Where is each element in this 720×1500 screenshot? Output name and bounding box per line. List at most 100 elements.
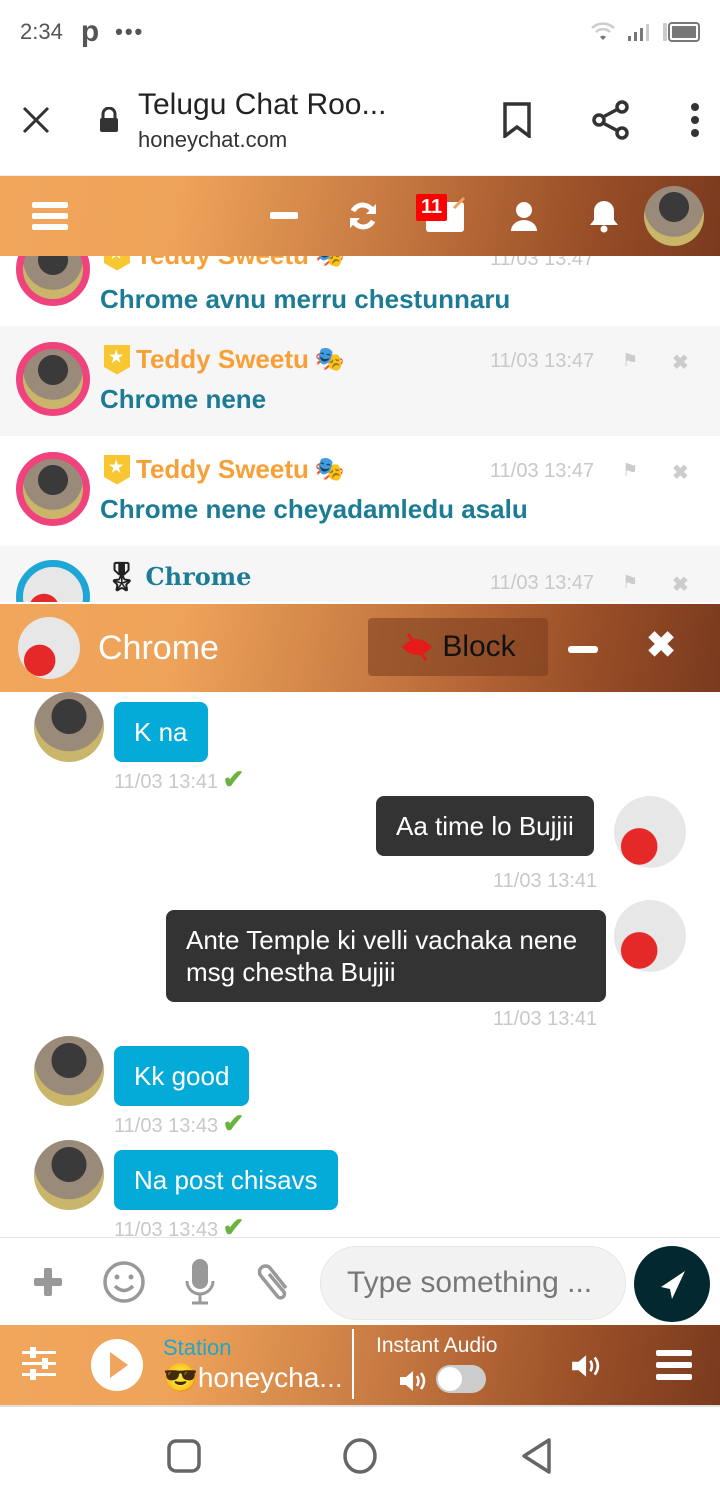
message-bubble: Ante Temple ki velli vachaka nene msg ch… [166, 910, 606, 1002]
battery-icon [663, 22, 700, 42]
app-notification-icon: p [80, 15, 100, 48]
message-time: 11/03 13:41 [493, 870, 598, 892]
voice-record-button[interactable] [184, 1258, 216, 1305]
back-button[interactable] [520, 1437, 554, 1475]
message-time: 11/03 13:43 [114, 1115, 219, 1137]
username[interactable]: Teddy Sweetu🎭 [104, 256, 345, 271]
attach-button[interactable] [256, 1260, 296, 1304]
user-avatar[interactable] [16, 342, 90, 416]
report-flag-icon[interactable]: ⚑ [622, 350, 638, 371]
message-bubble: K na [114, 702, 208, 762]
message-bubble: Na post chisavs [114, 1150, 338, 1210]
message-outgoing: Ante Temple ki velli vachaka nene msg ch… [166, 910, 606, 1002]
chat-list-item[interactable]: Teddy Sweetu🎭 Chrome nene cheyadamledu a… [0, 436, 720, 546]
username[interactable]: Teddy Sweetu🎭 [104, 454, 345, 485]
play-icon [91, 1339, 143, 1391]
page-domain: honeychat.com [138, 126, 288, 152]
page-title-area[interactable]: Telugu Chat Roo... honeychat.com [138, 87, 502, 153]
refresh-button[interactable] [348, 201, 378, 231]
private-chat-messages: K na 11/03 13:41 ✔ Aa time lo Bujjii 11/… [0, 692, 720, 1237]
notifications-button[interactable] [588, 199, 620, 233]
message-text: Chrome avnu merru chestunnaru [100, 284, 511, 314]
block-button[interactable]: Block [368, 618, 548, 676]
menu-button[interactable] [32, 201, 68, 231]
page-title: Telugu Chat Roo... [138, 87, 387, 121]
lock-icon[interactable] [98, 106, 120, 133]
share-button[interactable] [592, 99, 630, 140]
message-bubble: Aa time lo Bujjii [376, 796, 594, 856]
speaker-icon [400, 1371, 426, 1391]
delete-icon[interactable]: ✖ [672, 350, 689, 375]
bookmark-button[interactable] [502, 101, 532, 138]
close-tab-button[interactable] [20, 104, 52, 136]
message-outgoing: Aa time lo Bujjii [376, 796, 594, 856]
user-avatar[interactable] [16, 560, 90, 602]
circle-icon [343, 1438, 377, 1474]
sender-avatar[interactable] [34, 1140, 104, 1210]
station-name[interactable]: 😎honeycha... [163, 1361, 363, 1394]
recents-button[interactable] [167, 1439, 201, 1473]
bookmark-icon [503, 101, 531, 138]
minimize-private-chat-button[interactable] [568, 646, 598, 653]
block-eye-icon [402, 633, 433, 661]
sender-avatar[interactable] [34, 692, 104, 762]
message-text: Chrome nene cheyadamledu asalu [100, 494, 528, 524]
message-time: 11/03 13:41 [493, 1008, 598, 1030]
message-time: 11/03 13:47 [490, 572, 595, 594]
minimize-icon [270, 212, 298, 219]
chat-list-item[interactable]: 🎖 Chrome 11/03 13:47 ⚑ ✖ [0, 546, 720, 602]
username[interactable]: Teddy Sweetu🎭 [104, 344, 345, 375]
user-avatar[interactable] [16, 256, 90, 306]
microphone-icon [185, 1258, 215, 1304]
rank-shield-icon [104, 256, 130, 271]
emoji-button[interactable] [102, 1260, 146, 1304]
message-time: 11/03 13:47 [490, 256, 595, 270]
more-notifications-icon: ••• [115, 19, 145, 44]
friends-button[interactable] [510, 201, 538, 231]
sender-avatar[interactable] [34, 1036, 104, 1106]
report-flag-icon[interactable]: ⚑ [622, 572, 638, 593]
close-private-chat-button[interactable]: ✖ [646, 624, 676, 666]
theater-masks-icon: 🎭 [314, 456, 345, 483]
radio-player-bar: Station 😎honeycha... Instant Audio [0, 1325, 720, 1405]
send-button[interactable] [634, 1246, 710, 1322]
system-navigation-bar [0, 1405, 720, 1500]
award-ribbon-icon: 🎖 [104, 561, 140, 592]
user-icon [511, 202, 537, 231]
add-button[interactable] [34, 1267, 62, 1296]
more-options-button[interactable] [690, 102, 700, 138]
user-avatar[interactable] [16, 452, 90, 526]
station-label: Station [163, 1335, 232, 1360]
username[interactable]: 🎖 Chrome [104, 560, 251, 593]
menu-icon [656, 1350, 692, 1380]
instant-audio-toggle[interactable] [436, 1365, 486, 1393]
equalizer-button[interactable] [22, 1347, 56, 1381]
message-bubble: Kk good [114, 1046, 250, 1106]
play-button[interactable] [90, 1338, 144, 1392]
smiley-icon [103, 1260, 145, 1303]
chat-list-item[interactable]: Teddy Sweetu🎭 Chrome nene 11/03 13:47 ⚑ … [0, 326, 720, 436]
plus-icon [34, 1267, 62, 1296]
message-text: Chrome nene [100, 384, 267, 414]
message-time: 11/03 13:47 [490, 460, 595, 482]
message-time: 11/03 13:43 [114, 1219, 219, 1237]
report-flag-icon[interactable]: ⚑ [622, 460, 638, 481]
profile-avatar[interactable] [644, 186, 704, 246]
volume-button[interactable] [570, 1353, 600, 1379]
send-icon [661, 1271, 685, 1299]
player-menu-button[interactable] [656, 1349, 692, 1381]
own-avatar [614, 900, 686, 972]
minimize-button[interactable] [270, 212, 298, 220]
delete-icon[interactable]: ✖ [672, 460, 689, 485]
instant-audio-label: Instant Audio [376, 1334, 498, 1357]
private-messages-button[interactable]: 11 [416, 194, 466, 234]
wifi-icon [591, 22, 615, 40]
theater-masks-icon: 🎭 [315, 256, 345, 270]
rank-shield-icon [104, 344, 130, 375]
home-button[interactable] [342, 1437, 378, 1475]
message-input[interactable]: Type something ... [320, 1246, 626, 1320]
chat-list-item[interactable]: Teddy Sweetu🎭 Chrome avnu merru chestunn… [0, 256, 720, 320]
private-chat-avatar[interactable] [18, 617, 80, 679]
read-check-icon: ✔ [222, 1108, 245, 1138]
delete-icon[interactable]: ✖ [672, 572, 689, 597]
